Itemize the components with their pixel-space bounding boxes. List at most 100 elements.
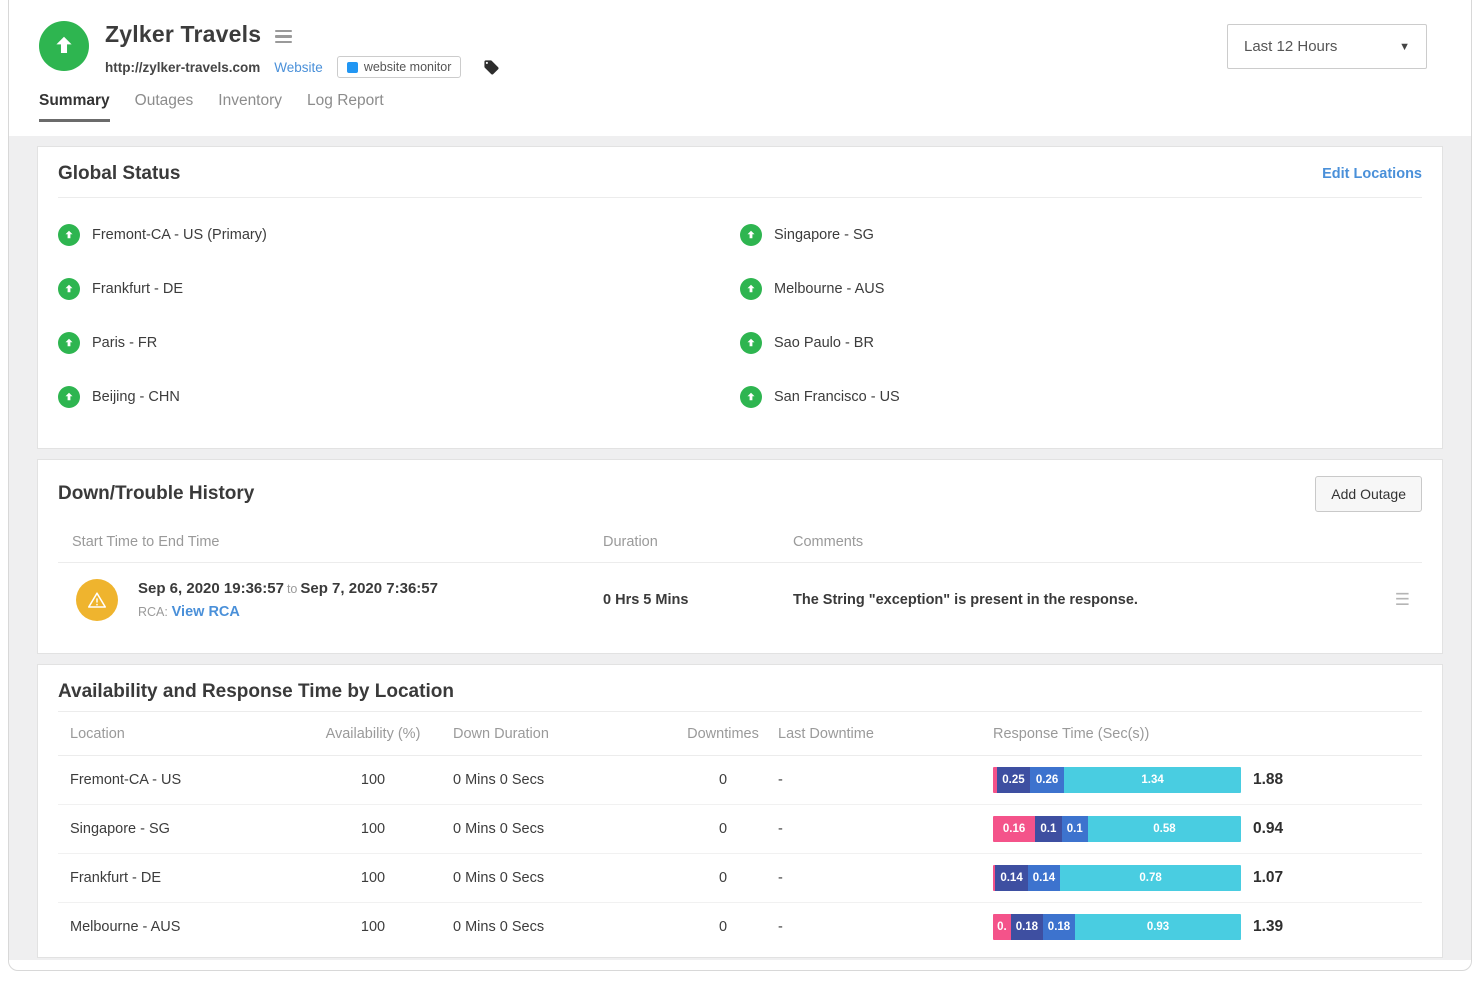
location-name: Fremont-CA - US (Primary)	[92, 227, 267, 243]
response-time-total: 1.88	[1253, 771, 1284, 788]
bar-segment: 0.18	[1010, 914, 1043, 940]
column-header-last-downtime: Last Downtime	[778, 726, 874, 742]
row-down-duration: 0 Mins 0 Secs	[453, 772, 545, 788]
row-last-downtime: -	[778, 919, 783, 935]
bar-segment: 0.1	[1061, 816, 1088, 842]
response-time-total: 1.07	[1253, 869, 1284, 886]
add-outage-button[interactable]: Add Outage	[1315, 476, 1422, 512]
status-up-icon	[740, 224, 762, 246]
tab-outages[interactable]: Outages	[135, 92, 194, 122]
location-name: Sao Paulo - BR	[774, 335, 874, 351]
bar-segment: 0.16	[993, 816, 1036, 842]
availability-title: Availability and Response Time by Locati…	[58, 681, 454, 702]
status-up-icon	[58, 332, 80, 354]
outage-start-time: Sep 6, 2020 19:36:57	[138, 580, 284, 597]
down-history-table: Start Time to End Time Duration Comments	[38, 524, 1442, 653]
availability-card: Availability and Response Time by Locati…	[37, 664, 1443, 958]
location-status-item: Sao Paulo - BR	[740, 316, 1422, 370]
status-up-icon	[740, 386, 762, 408]
monitor-url: http://zylker-travels.com	[105, 59, 261, 75]
outage-comment: The String "exception" is present in the…	[793, 592, 1138, 608]
location-status-item: San Francisco - US	[740, 370, 1422, 424]
monitor-header: Zylker Travels http://zylker-travels.com…	[9, 1, 1471, 136]
monitor-type-badge[interactable]: website monitor	[336, 56, 462, 78]
location-name: Paris - FR	[92, 335, 158, 351]
column-header-down-duration: Down Duration	[453, 726, 549, 742]
row-downtimes: 0	[718, 919, 728, 935]
outage-row: Sep 6, 2020 19:36:57 to Sep 7, 2020 7:36:5…	[58, 563, 1422, 639]
response-time-bar: 0.16 0.1 0.1 0.58	[993, 816, 1241, 842]
down-history-title: Down/Trouble History	[58, 483, 255, 504]
time-range-dropdown[interactable]: Last 12 Hours ▼	[1227, 24, 1427, 69]
row-location: Melbourne - AUS	[70, 919, 181, 935]
column-header-availability: Availability (%)	[325, 726, 421, 742]
response-time-total: 0.94	[1253, 820, 1284, 837]
status-up-icon	[740, 278, 762, 300]
column-header-start-end: Start Time to End Time	[72, 534, 220, 550]
bar-segment: 0.1	[1035, 816, 1062, 842]
bar-segment: 0.25	[996, 767, 1030, 793]
column-header-comments: Comments	[793, 534, 864, 550]
row-availability: 100	[360, 821, 386, 837]
row-downtimes: 0	[718, 870, 728, 886]
response-time-bar: 0.14 0.14 0.78	[993, 865, 1241, 891]
location-status-item: Beijing - CHN	[58, 370, 740, 424]
tab-inventory[interactable]: Inventory	[218, 92, 282, 122]
row-location: Singapore - SG	[70, 821, 170, 837]
location-name: Frankfurt - DE	[92, 281, 184, 297]
column-header-duration: Duration	[603, 534, 658, 550]
row-location: Fremont-CA - US	[70, 772, 182, 788]
response-time-total: 1.39	[1253, 918, 1284, 935]
availability-table: Location Availability (%) Down Duration …	[38, 712, 1442, 957]
tab-log-report[interactable]: Log Report	[307, 92, 384, 122]
bar-segment: 0.93	[1075, 914, 1241, 940]
bar-segment: 0.26	[1029, 767, 1065, 793]
location-name: Melbourne - AUS	[774, 281, 885, 297]
global-status-title: Global Status	[58, 163, 181, 184]
status-up-icon	[58, 386, 80, 408]
bar-segment: 0.58	[1087, 816, 1241, 842]
row-menu-icon[interactable]: ☰	[1395, 590, 1422, 610]
row-availability: 100	[360, 772, 386, 788]
location-status-item: Fremont-CA - US (Primary)	[58, 208, 740, 262]
location-name: San Francisco - US	[774, 389, 900, 405]
row-down-duration: 0 Mins 0 Secs	[453, 870, 545, 886]
table-row: Melbourne - AUS 100 0 Mins 0 Secs 0 - 0.…	[58, 903, 1422, 951]
row-location: Frankfurt - DE	[70, 870, 162, 886]
row-last-downtime: -	[778, 821, 783, 837]
status-up-icon	[58, 278, 80, 300]
location-status-item: Melbourne - AUS	[740, 262, 1422, 316]
status-up-icon	[740, 332, 762, 354]
status-up-icon	[58, 224, 80, 246]
outage-duration: 0 Hrs 5 Mins	[603, 592, 689, 608]
monitor-badge-label: website monitor	[363, 60, 452, 74]
tab-summary[interactable]: Summary	[39, 92, 110, 122]
bar-segment: 0.	[993, 914, 1011, 940]
location-name: Singapore - SG	[774, 227, 874, 243]
trouble-warning-icon	[76, 579, 118, 621]
row-downtimes: 0	[718, 821, 728, 837]
row-down-duration: 0 Mins 0 Secs	[453, 919, 545, 935]
column-header-location: Location	[70, 726, 125, 742]
table-row: Fremont-CA - US 100 0 Mins 0 Secs 0 - 0.…	[58, 756, 1422, 805]
table-row: Singapore - SG 100 0 Mins 0 Secs 0 - 0.1…	[58, 805, 1422, 854]
edit-locations-link[interactable]: Edit Locations	[1322, 166, 1422, 182]
row-last-downtime: -	[778, 870, 783, 886]
bar-segment: 0.18	[1042, 914, 1076, 940]
outage-end-time: Sep 7, 2020 7:36:57	[300, 580, 438, 597]
status-up-icon	[39, 21, 89, 71]
column-header-downtimes: Downtimes	[687, 726, 759, 742]
response-time-bar: 0. 0.18 0.18 0.93	[993, 914, 1241, 940]
rca-label: RCA:	[138, 605, 168, 619]
tag-icon[interactable]	[483, 59, 500, 76]
row-last-downtime: -	[778, 772, 783, 788]
view-rca-link[interactable]: View RCA	[172, 604, 240, 620]
row-availability: 100	[360, 870, 386, 886]
monitor-actions-menu-icon[interactable]	[275, 26, 293, 44]
down-trouble-history-card: Down/Trouble History Add Outage Start Ti…	[37, 459, 1443, 654]
website-type-link[interactable]: Website	[274, 60, 323, 75]
bar-segment: 0.78	[1060, 865, 1241, 891]
location-status-item: Paris - FR	[58, 316, 740, 370]
global-status-card: Global Status Edit Locations Fremont-CA …	[37, 146, 1443, 449]
monitor-badge-square-icon	[346, 61, 358, 73]
